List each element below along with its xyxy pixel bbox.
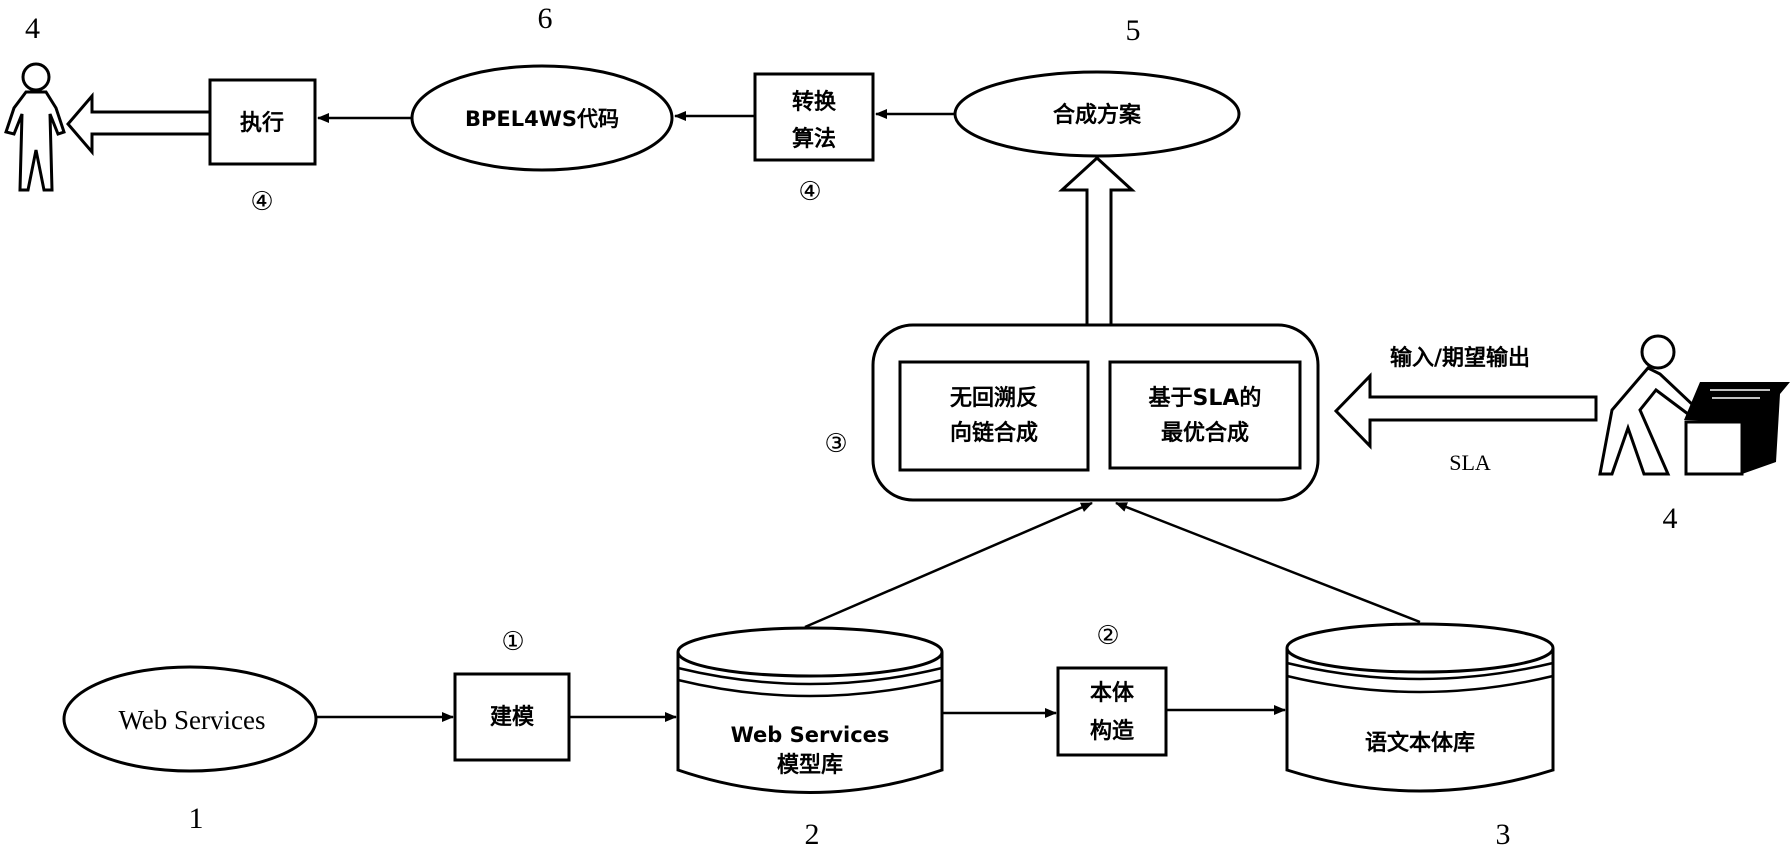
web-services-id: 1 — [189, 802, 204, 835]
block-arrow-user-to-engine — [1333, 372, 1598, 450]
service-composition-diagram: 4 执行 ④ 6 BPEL4WS代码 转换 算法 ④ 5 合成方案 ③ 无回溯反… — [4, 2, 1790, 849]
backward-chaining-box[interactable] — [898, 360, 1090, 472]
arrow-model-repo-to-engine — [804, 501, 1093, 629]
model-repo-label-line1: Web Services — [731, 723, 890, 747]
ontology-repo-id: 3 — [1496, 818, 1511, 849]
backward-chaining-line2: 向链合成 — [950, 420, 1038, 446]
ontology-repository-cylinder[interactable] — [1285, 622, 1555, 793]
ontology-build-line2: 构造 — [1090, 718, 1134, 744]
bpel-code-label: BPEL4WS代码 — [465, 107, 619, 131]
ontology-build-line1: 本体 — [1090, 681, 1135, 706]
web-services-label: Web Services — [118, 705, 265, 735]
execute-label: 执行 — [240, 110, 284, 136]
model-repo-id: 2 — [805, 818, 820, 849]
composition-plan-label: 合成方案 — [1053, 102, 1142, 128]
sla-optimal-line1: 基于SLA的 — [1149, 385, 1262, 411]
ontology-build-step-marker: ② — [1096, 621, 1119, 651]
sla-optimal-box[interactable] — [1108, 360, 1302, 470]
modeling-label: 建模 — [490, 705, 535, 730]
bpel-id: 6 — [538, 2, 553, 35]
execute-step-marker: ④ — [250, 187, 273, 217]
transform-step-marker: ④ — [798, 177, 821, 207]
sla-optimal-line2: 最优合成 — [1161, 420, 1249, 446]
backward-chaining-line1: 无回溯反 — [950, 385, 1038, 411]
user-with-terminal-icon — [1598, 334, 1790, 476]
model-repo-label-line2: 模型库 — [777, 753, 843, 778]
user-figure-icon — [4, 62, 66, 192]
user-right-id: 4 — [1663, 502, 1678, 535]
sla-label: SLA — [1449, 450, 1491, 475]
user-input-label: 输入/期望输出 — [1390, 345, 1530, 371]
transform-label-line2: 算法 — [792, 126, 836, 152]
plan-id: 5 — [1126, 14, 1141, 47]
block-arrow-engine-to-plan — [1058, 155, 1136, 324]
transform-label-line1: 转换 — [792, 89, 837, 115]
ontology-repo-label: 语文本体库 — [1365, 730, 1475, 756]
arrow-ontology-repo-to-engine — [1115, 501, 1421, 624]
engine-step-marker: ③ — [824, 429, 847, 459]
user-top-id: 4 — [25, 12, 40, 45]
block-arrow-execute-to-user — [66, 91, 210, 157]
modeling-step-marker: ① — [501, 627, 524, 657]
